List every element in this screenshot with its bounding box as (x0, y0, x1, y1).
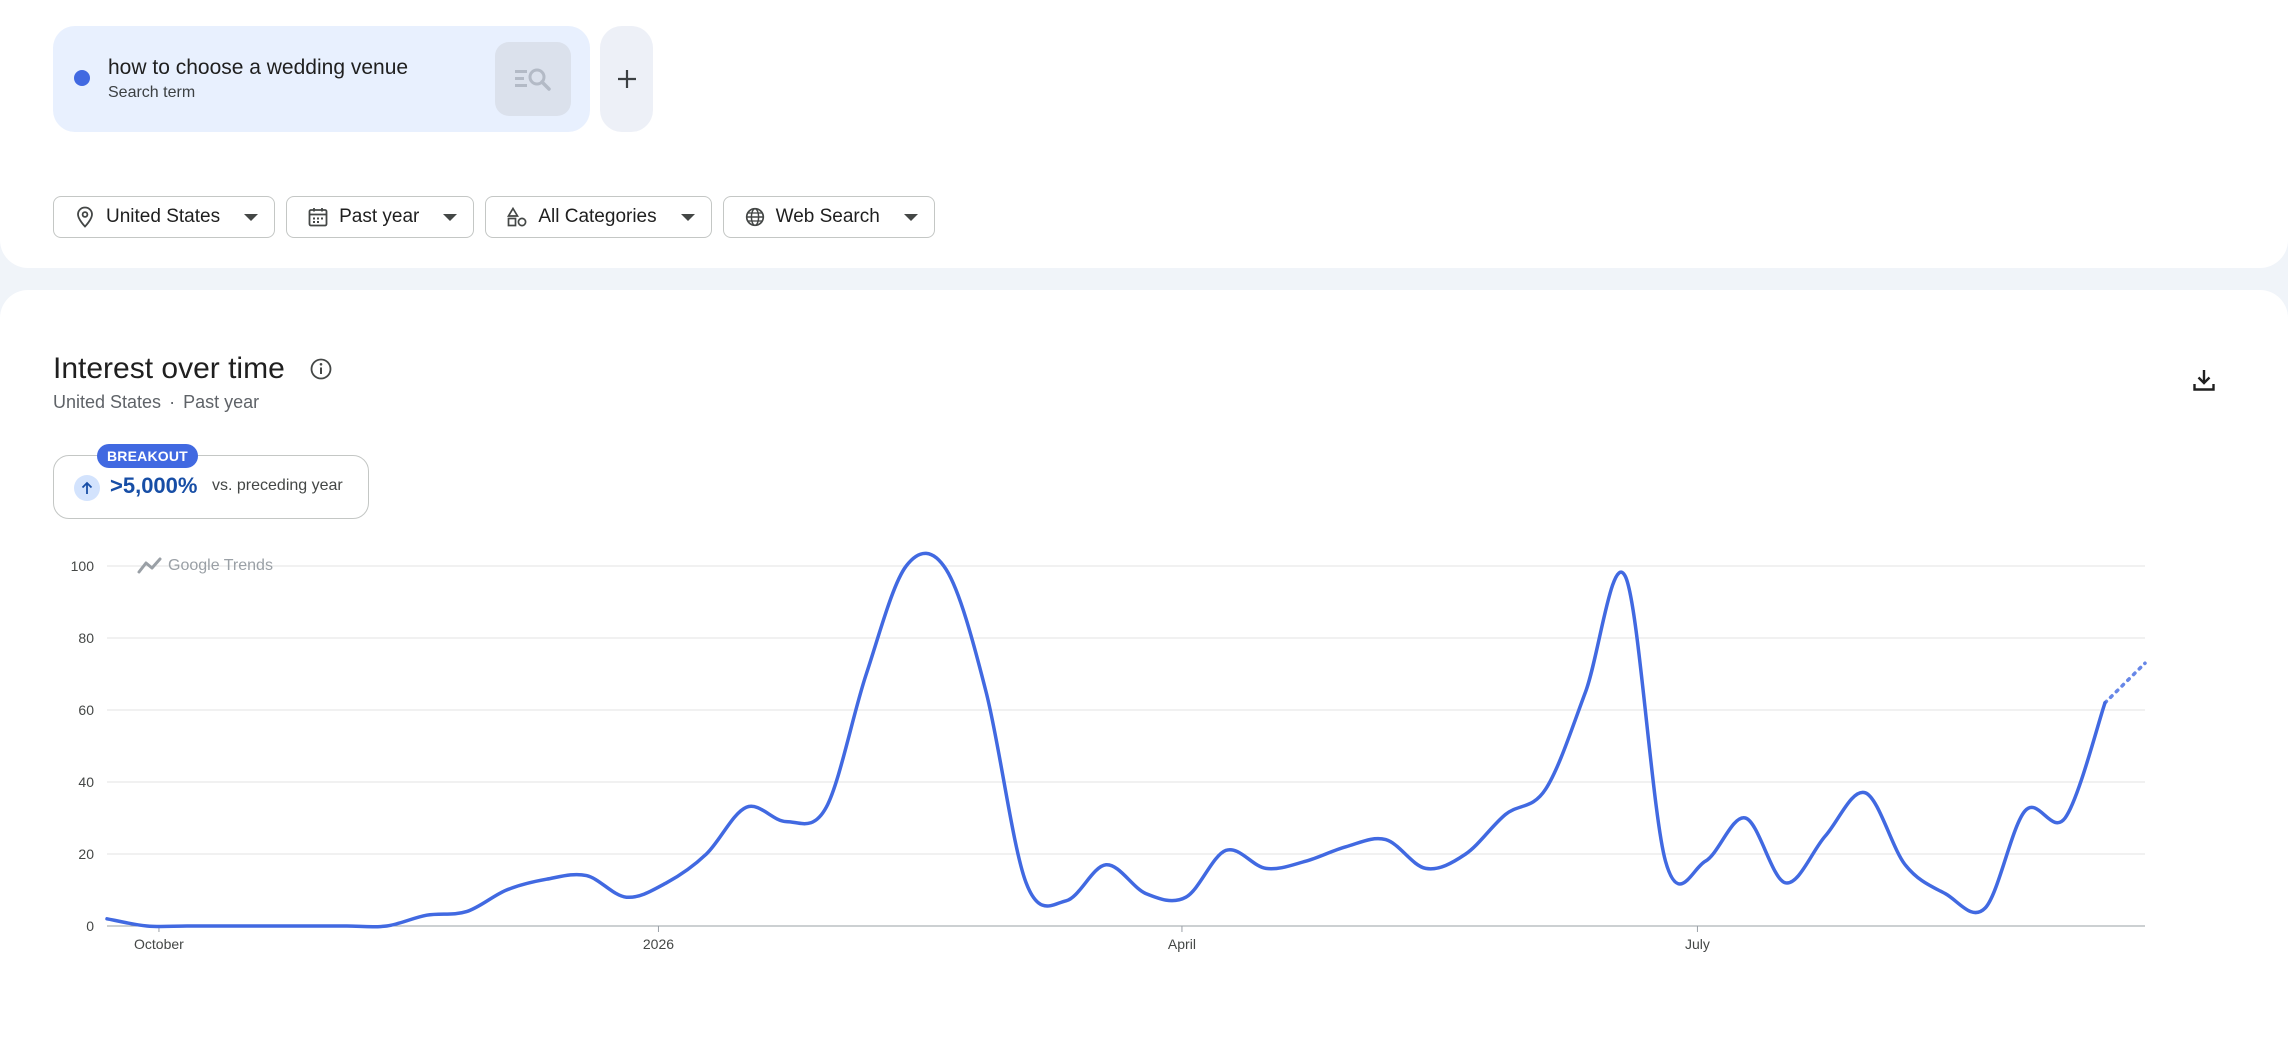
series-line (105, 551, 2107, 929)
y-tick-label: 0 (86, 918, 94, 934)
y-tick-label: 20 (78, 846, 94, 862)
y-tick-label: 100 (71, 558, 95, 574)
x-tick-label: 2026 (643, 936, 674, 952)
y-tick-label: 40 (78, 774, 94, 790)
series-lines (105, 551, 2147, 929)
watermark-text: Google Trends (168, 557, 273, 574)
series-partial-line (2103, 661, 2147, 705)
y-tick-label: 80 (78, 630, 94, 646)
x-tick-label: October (134, 936, 184, 952)
x-tick-label: July (1685, 936, 1710, 952)
x-axis: October 2026 April July (134, 926, 1710, 952)
chart-grid: 0 20 40 60 80 100 (71, 558, 2145, 934)
interest-chart: 0 20 40 60 80 100 Google Trends October 2026 Ap… (71, 551, 2147, 952)
x-tick-label: April (1168, 936, 1196, 952)
y-tick-label: 60 (78, 702, 94, 718)
